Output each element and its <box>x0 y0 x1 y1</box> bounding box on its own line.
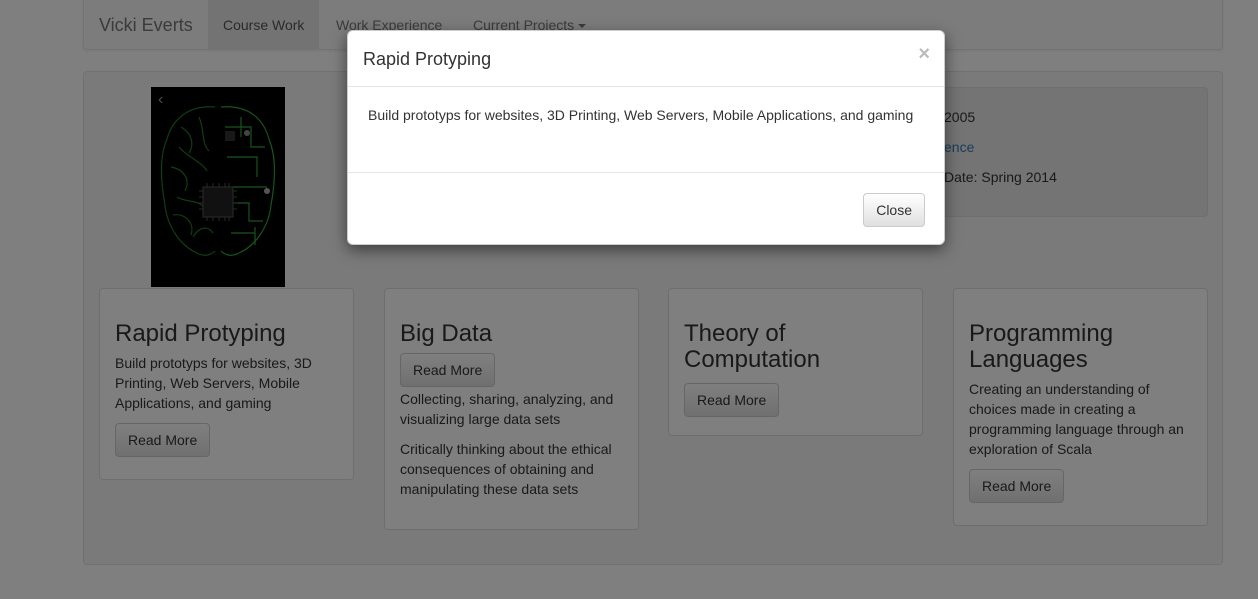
modal-body: Build prototyps for websites, 3D Printin… <box>368 107 914 123</box>
modal-footer: Close <box>348 172 944 245</box>
close-button[interactable]: Close <box>863 193 925 227</box>
close-icon[interactable]: × <box>918 43 930 66</box>
modal-header: Rapid Protyping × <box>348 31 944 87</box>
modal-dialog: Rapid Protyping × Build prototyps for we… <box>347 30 945 245</box>
modal-title: Rapid Protyping <box>363 49 492 69</box>
